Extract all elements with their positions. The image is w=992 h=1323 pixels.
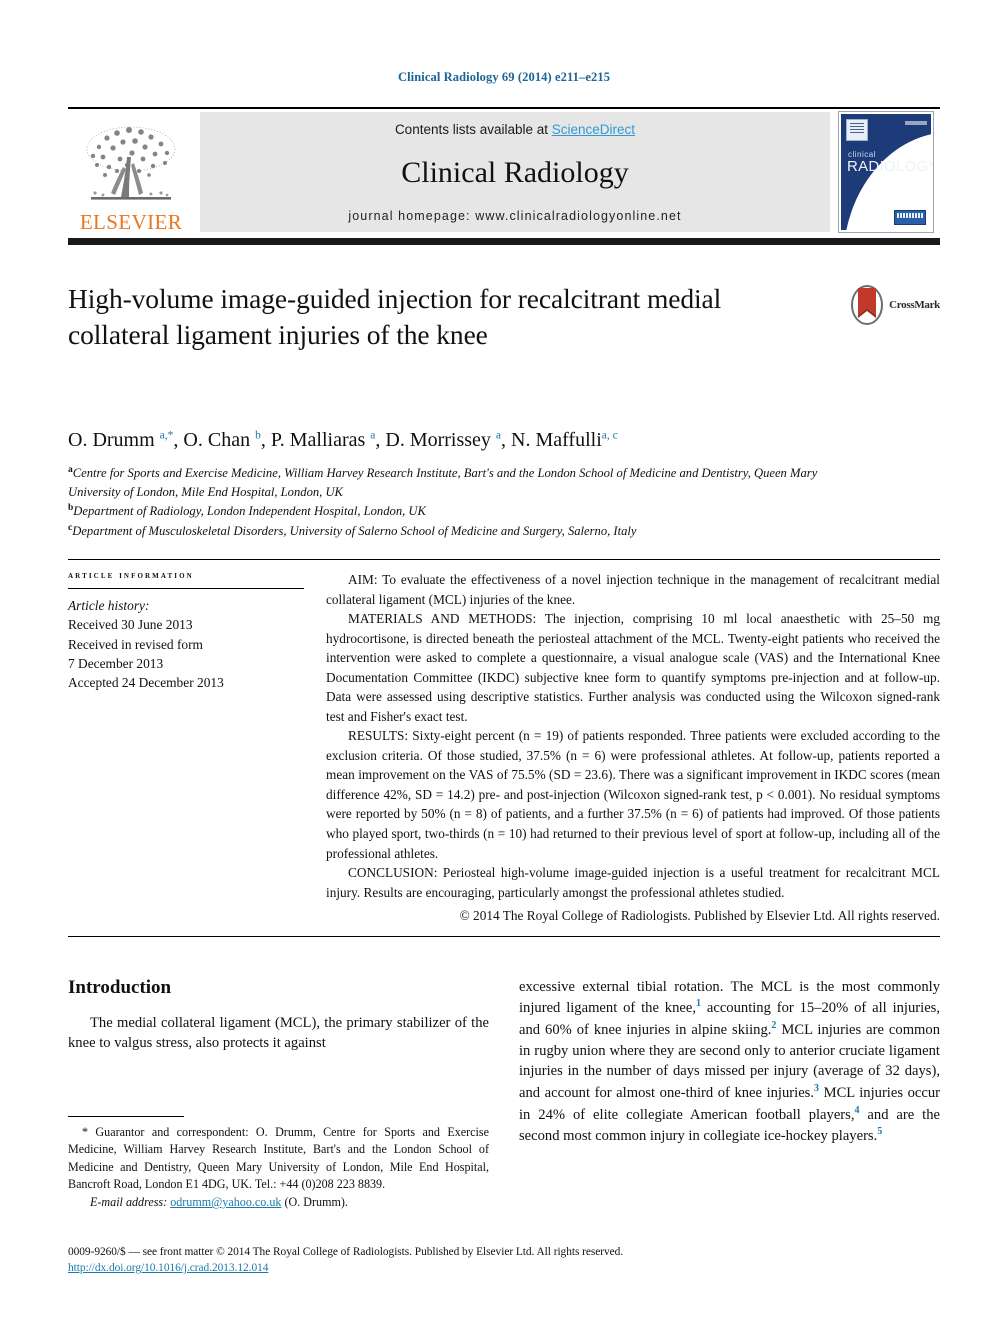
- article-history-line: 7 December 2013: [68, 655, 164, 671]
- journal-homepage-line[interactable]: journal homepage: www.clinicalradiologyo…: [348, 209, 681, 223]
- cover-badge-icon: [894, 210, 926, 225]
- abstract-bottom-divider: [68, 935, 940, 937]
- masthead-center: Contents lists available at ScienceDirec…: [200, 112, 830, 232]
- abstract-materials-methods: MATERIALS AND METHODS: The injection, co…: [326, 611, 940, 724]
- abstract-conclusion: CONCLUSION: Periosteal high-volume image…: [326, 865, 940, 900]
- journal-masthead: ELSEVIER Contents lists available at Sci…: [68, 107, 940, 245]
- sciencedirect-link[interactable]: ScienceDirect: [552, 122, 635, 137]
- elsevier-tree-icon: [79, 123, 183, 211]
- email-link[interactable]: odrumm@yahoo.co.uk: [170, 1195, 281, 1209]
- doi-link[interactable]: http://dx.doi.org/10.1016/j.crad.2013.12…: [68, 1262, 268, 1274]
- article-history-line: Accepted 24 December 2013: [68, 675, 224, 691]
- affiliation-item: aCentre for Sports and Exercise Medicine…: [68, 463, 828, 501]
- abstract-section: Article information Article history: Rec…: [68, 559, 940, 926]
- cover-elsevier-icon: [846, 119, 868, 141]
- article-information-heading: Article information: [68, 570, 194, 582]
- author-list: O. Drumm a,*, O. Chan b, P. Malliaras a,…: [68, 429, 618, 451]
- issn-copyright-line: 0009-9260/$ — see front matter © 2014 Th…: [68, 1246, 624, 1258]
- email-line: E-mail address: odrumm@yahoo.co.uk (O. D…: [68, 1194, 489, 1211]
- elsevier-wordmark: ELSEVIER: [79, 210, 183, 234]
- affiliation-list: aCentre for Sports and Exercise Medicine…: [68, 463, 828, 541]
- affiliation-item: cDepartment of Musculoskeletal Disorders…: [68, 521, 828, 541]
- article-history: Article history: Received 30 June 2013 R…: [68, 596, 308, 692]
- left-column: Introduction The medial collateral ligam…: [68, 977, 489, 1212]
- article-history-line: Received in revised form: [68, 636, 203, 652]
- contents-prefix: Contents lists available at: [394, 122, 552, 137]
- crossmark-icon: [850, 285, 884, 325]
- introduction-heading: Introduction: [68, 976, 172, 998]
- page-footer: 0009-9260/$ — see front matter © 2014 Th…: [68, 1246, 940, 1276]
- affiliation-text: Department of Radiology, London Independ…: [73, 504, 426, 519]
- email-suffix: (O. Drumm).: [284, 1195, 348, 1210]
- page-title: High-volume image-guided injection for r…: [68, 283, 722, 351]
- running-head: Clinical Radiology 69 (2014) e211–e215: [397, 70, 611, 84]
- introduction-left-paragraph: The medial collateral ligament (MCL), th…: [68, 1014, 489, 1052]
- abstract-column: AIM: To evaluate the effectiveness of a …: [324, 570, 940, 926]
- journal-cover-thumbnail: clinical RADIOLOGY: [838, 111, 934, 233]
- article-information-divider: [68, 588, 304, 590]
- cover-radiology-text: RADIOLOGY: [847, 158, 934, 175]
- correspondence-footnote: * Guarantor and correspondent: O. Drumm,…: [68, 1116, 489, 1211]
- affiliation-text: Centre for Sports and Exercise Medicine,…: [68, 466, 818, 499]
- abstract-aim: AIM: To evaluate the effectiveness of a …: [326, 572, 940, 607]
- article-history-label: Article history:: [68, 598, 150, 614]
- elsevier-logo-block: ELSEVIER: [68, 109, 194, 235]
- right-column: excessive external tibial rotation. The …: [519, 977, 940, 1212]
- page-content: Clinical Radiology 69 (2014) e211–e215 E…: [68, 0, 940, 1211]
- email-label: E-mail address:: [90, 1195, 168, 1210]
- contents-available-line: Contents lists available at ScienceDirec…: [395, 122, 635, 137]
- title-block: High-volume image-guided injection for r…: [68, 281, 940, 401]
- abstract-results: RESULTS: Sixty-eight percent (n = 19) of…: [326, 728, 940, 861]
- journal-title: Clinical Radiology: [401, 156, 629, 189]
- affiliation-text: Department of Musculoskeletal Disorders,…: [72, 524, 637, 539]
- affiliation-item: bDepartment of Radiology, London Indepen…: [68, 501, 828, 521]
- article-history-line: Received 30 June 2013: [68, 617, 193, 633]
- abstract-copyright: © 2014 The Royal College of Radiologists…: [459, 908, 940, 924]
- crossmark-label: CrossMark: [889, 299, 940, 311]
- article-page: Clinical Radiology 69 (2014) e211–e215 E…: [0, 0, 992, 1323]
- article-information-column: Article information Article history: Rec…: [68, 570, 324, 926]
- body-columns: Introduction The medial collateral ligam…: [68, 977, 940, 1212]
- introduction-right-paragraph: excessive external tibial rotation. The …: [519, 978, 940, 1144]
- correspondence-text: * Guarantor and correspondent: O. Drumm,…: [68, 1125, 489, 1191]
- crossmark-badge[interactable]: CrossMark: [850, 285, 940, 325]
- journal-cover-block: clinical RADIOLOGY: [834, 109, 940, 235]
